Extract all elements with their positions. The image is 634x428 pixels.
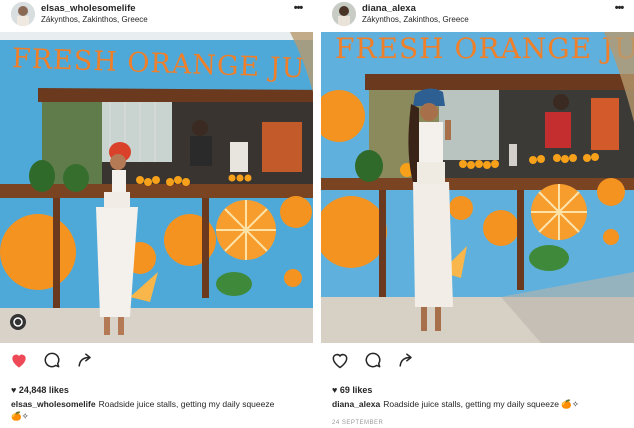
- like-count[interactable]: 69 likes: [340, 385, 373, 395]
- heart-small-icon: ♥: [332, 385, 340, 395]
- timestamp: 24 SEPTEMBER: [332, 420, 384, 426]
- caption-username[interactable]: diana_alexa: [332, 399, 380, 409]
- location[interactable]: Zákynthos, Zakinthos, Greece: [41, 15, 148, 24]
- caption-username[interactable]: elsas_wholesomelife: [11, 399, 96, 409]
- avatar[interactable]: [11, 2, 35, 26]
- heart-icon[interactable]: [9, 350, 29, 370]
- post-elsas: elsas_wholesomelife Zákynthos, Zakinthos…: [0, 0, 313, 428]
- post-photo[interactable]: FRESH ORANGE JU: [0, 32, 313, 343]
- share-icon[interactable]: [75, 350, 95, 370]
- caption-text: Roadside juice stalls, getting my daily …: [383, 399, 580, 409]
- heart-small-icon: ♥: [11, 385, 19, 395]
- post-header: diana_alexa Zákynthos, Zakinthos, Greece…: [321, 0, 634, 32]
- heart-outline-icon[interactable]: [330, 350, 350, 370]
- avatar[interactable]: [332, 2, 356, 26]
- comment-icon[interactable]: [363, 350, 383, 370]
- caption: elsas_wholesomelife Roadside juice stalls…: [11, 398, 281, 422]
- like-count-icon-label[interactable]: ♥ 24,848 likes: [11, 385, 69, 395]
- caption: diana_alexa Roadside juice stalls, gettin…: [332, 398, 602, 410]
- share-icon[interactable]: [396, 350, 416, 370]
- post-header: elsas_wholesomelife Zákynthos, Zakinthos…: [0, 0, 313, 32]
- stall-sign: FRESH ORANGE JUI: [335, 32, 634, 65]
- like-count-icon-label[interactable]: ♥ 69 likes: [332, 385, 372, 395]
- post-photo[interactable]: FRESH ORANGE JUI: [321, 32, 634, 343]
- username[interactable]: diana_alexa: [362, 3, 416, 14]
- action-bar: [0, 345, 313, 373]
- action-bar: [321, 345, 634, 373]
- username[interactable]: elsas_wholesomelife: [41, 3, 136, 14]
- location[interactable]: Zákynthos, Zakinthos, Greece: [362, 15, 469, 24]
- like-count[interactable]: 24,848 likes: [19, 385, 69, 395]
- divider: [313, 0, 321, 428]
- more-options-icon[interactable]: •••: [291, 3, 305, 16]
- post-diana: diana_alexa Zákynthos, Zakinthos, Greece…: [321, 0, 634, 428]
- more-options-icon[interactable]: •••: [612, 3, 626, 16]
- comment-icon[interactable]: [42, 350, 62, 370]
